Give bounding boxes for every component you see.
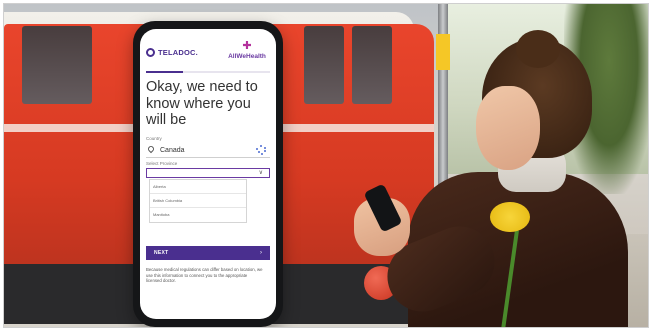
cross-heart-icon: ✚ [242,40,252,52]
loading-spinner-icon [256,145,267,155]
province-select[interactable]: ∨ [146,168,270,178]
province-dropdown: Alberta British Columbia Manitoba [149,179,247,223]
location-note: Because medical regulations can differ b… [146,267,263,284]
background-photo [4,4,648,327]
teladoc-logo-icon [146,48,155,57]
country-label: Country [146,136,162,141]
province-option[interactable]: British Columbia [150,194,246,208]
progress-bar [146,71,270,73]
location-pin-icon [148,146,154,154]
province-label: Select Province [146,161,178,166]
phone-screen: TELADOC. ✚ AllWeHealth Okay, we need to … [140,29,276,319]
allwehealth-logo: ✚ AllWeHealth [228,40,266,60]
hero-image: TELADOC. ✚ AllWeHealth Okay, we need to … [3,3,649,328]
teladoc-logo: TELADOC. [146,48,198,57]
phone-mockup: TELADOC. ✚ AllWeHealth Okay, we need to … [133,21,283,327]
arrow-right-icon: › [260,250,262,256]
province-option[interactable]: Alberta [150,180,246,194]
chevron-down-icon: ∨ [258,170,263,176]
page-title: Okay, we need to know where you will be [146,79,258,128]
province-option[interactable]: Manitoba [150,208,246,222]
country-value: Canada [160,146,185,154]
progress-fill [146,71,184,73]
next-button[interactable]: NEXT › [146,246,270,260]
yellow-flower [490,202,530,232]
country-field[interactable]: Canada [146,143,270,158]
